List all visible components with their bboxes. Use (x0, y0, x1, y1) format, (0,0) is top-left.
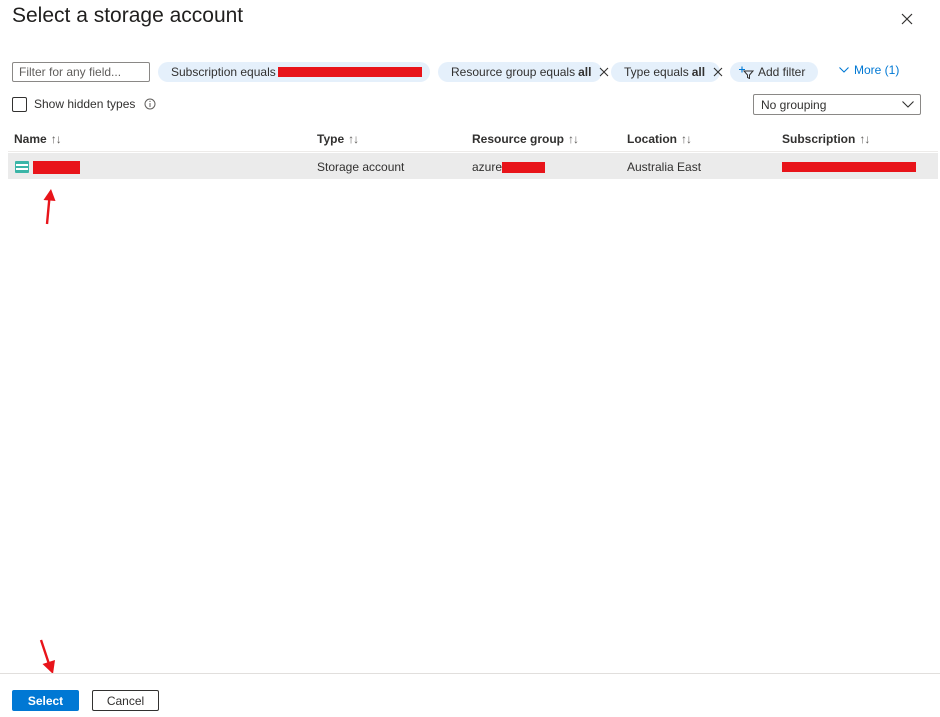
add-filter-label: Add filter (758, 65, 806, 79)
annotation-arrow-down (39, 639, 55, 674)
column-header-label: Type (317, 132, 345, 146)
close-icon (600, 67, 609, 77)
pill-label: Resource group equals (451, 65, 576, 79)
column-header-type[interactable]: Type ↑↓ (317, 131, 359, 147)
annotation-arrow-up (43, 189, 56, 225)
redacted-name (33, 160, 80, 174)
column-header-label: Name (14, 132, 47, 146)
chevron-down-icon (839, 67, 849, 73)
redacted-resource-group (502, 161, 546, 173)
grouping-dropdown[interactable]: No grouping (753, 94, 921, 115)
pill-value: all (691, 65, 706, 79)
pill-label: Subscription equals (171, 65, 276, 79)
pill-label: Type equals (624, 65, 689, 79)
footer-divider (0, 673, 940, 674)
resource-group-filter-pill[interactable]: Resource group equals all (438, 62, 609, 82)
storage-account-icon (15, 161, 29, 173)
type-cell: Storage account (317, 160, 405, 174)
column-header-location[interactable]: Location ↑↓ (627, 131, 692, 147)
redacted-subscription (782, 162, 916, 172)
location-cell: Australia East (627, 160, 702, 174)
column-header-name[interactable]: Name ↑↓ (14, 131, 62, 147)
pill-value: all (578, 65, 592, 79)
subscription-cell (782, 160, 916, 174)
show-hidden-label: Show hidden types (34, 97, 136, 111)
column-header-label: Location (627, 132, 677, 146)
add-filter-icon (739, 66, 754, 79)
resource-group-cell: azure (472, 160, 546, 174)
dialog-title: Select a storage account (12, 4, 244, 27)
column-header-label: Subscription (782, 132, 856, 146)
header-divider (8, 151, 938, 152)
close-button[interactable] (896, 8, 918, 30)
name-cell[interactable] (15, 160, 80, 174)
remove-filter-button[interactable] (599, 67, 609, 77)
column-header-subscription[interactable]: Subscription ↑↓ (782, 131, 870, 147)
resource-group-prefix: azure (472, 160, 503, 174)
subscription-filter-pill[interactable]: Subscription equals (158, 62, 430, 82)
checkbox[interactable] (12, 96, 27, 112)
cancel-button[interactable]: Cancel (92, 690, 159, 711)
column-header-resource-group[interactable]: Resource group ↑↓ (472, 131, 579, 147)
add-filter-button[interactable]: Add filter (730, 62, 818, 82)
more-filters-label: More (1) (854, 63, 900, 77)
redacted-subscription (277, 67, 422, 77)
remove-filter-button[interactable] (713, 67, 723, 77)
info-icon[interactable] (144, 98, 156, 110)
sort-icon: ↑↓ (681, 132, 692, 146)
close-icon (713, 67, 723, 77)
sort-icon: ↑↓ (348, 132, 359, 146)
column-header-label: Resource group (472, 132, 565, 146)
sort-icon: ↑↓ (50, 132, 62, 146)
close-icon (901, 13, 913, 25)
grouping-value: No grouping (761, 97, 827, 112)
more-filters-button[interactable]: More (1) (839, 62, 899, 78)
show-hidden-types-checkbox[interactable]: Show hidden types (12, 96, 156, 112)
filter-input[interactable] (12, 62, 150, 82)
sort-icon: ↑↓ (859, 132, 870, 146)
chevron-down-icon (902, 101, 914, 108)
type-filter-pill[interactable]: Type equals all (611, 62, 723, 82)
sort-icon: ↑↓ (568, 132, 579, 146)
select-button[interactable]: Select (12, 690, 79, 711)
